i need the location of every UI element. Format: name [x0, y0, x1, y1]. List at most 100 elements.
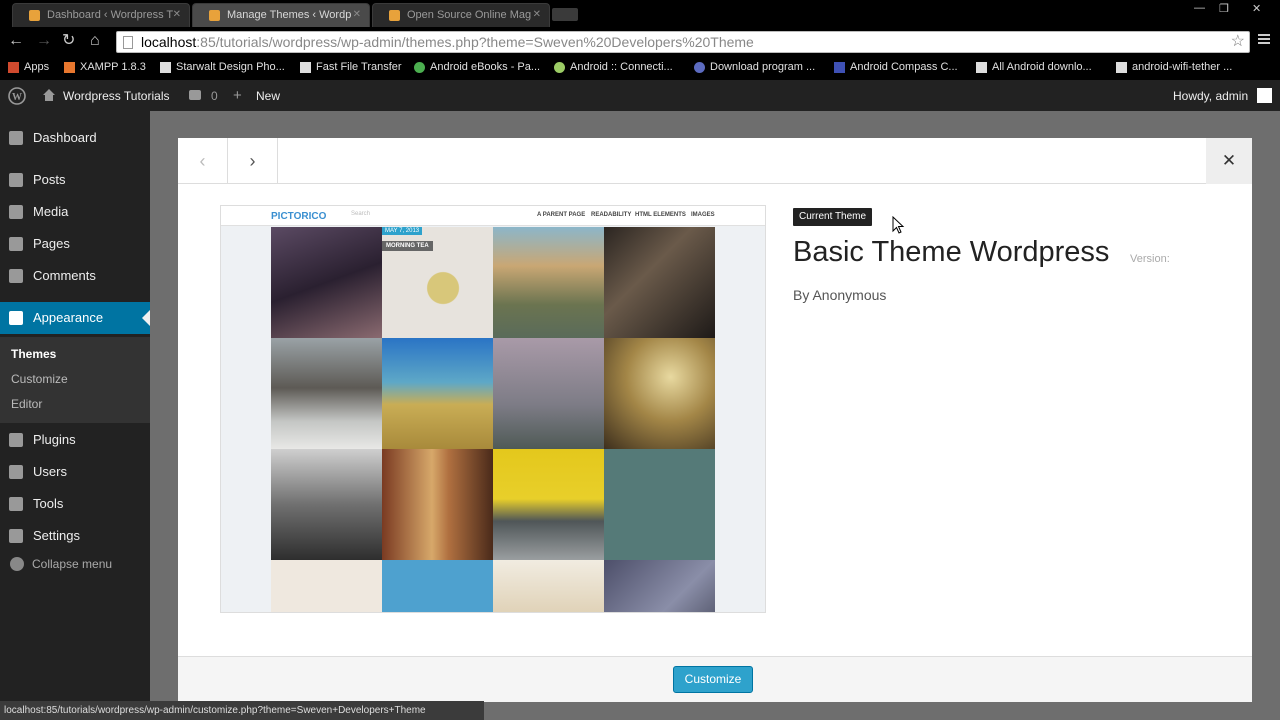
- preview-nav-item: HTML ELEMENTS: [635, 212, 686, 218]
- submenu-customize[interactable]: Customize: [11, 372, 68, 386]
- settings-icon: [9, 529, 23, 543]
- new-tab-button[interactable]: [552, 8, 578, 21]
- minimize-icon[interactable]: —: [1194, 2, 1205, 14]
- sidebar-item-pages[interactable]: Pages: [0, 228, 150, 260]
- theme-screenshot: PICTORICO Search A PARENT PAGE READABILI…: [220, 205, 766, 613]
- tab-dashboard[interactable]: Dashboard ‹ Wordpress T ✕: [12, 3, 190, 27]
- sidebar-item-plugins[interactable]: Plugins: [0, 424, 150, 456]
- submenu-editor[interactable]: Editor: [11, 397, 42, 411]
- brush-icon: [9, 311, 23, 325]
- sidebar-item-tools[interactable]: Tools: [0, 488, 150, 520]
- collapse-label: Collapse menu: [32, 557, 113, 571]
- bookmark-label: Android eBooks - Pa...: [430, 61, 541, 73]
- site-name-link[interactable]: Wordpress Tutorials: [63, 89, 169, 103]
- theme-author: By Anonymous: [793, 287, 887, 303]
- bookmark-xampp[interactable]: XAMPP 1.8.3: [64, 61, 146, 73]
- mouse-cursor-icon: [892, 216, 905, 234]
- photo-sunlight: [604, 338, 715, 449]
- modal-footer: Customize: [178, 656, 1252, 702]
- close-modal-button[interactable]: ✕: [1206, 138, 1252, 184]
- photo-canal: [493, 227, 604, 338]
- sidebar-item-appearance[interactable]: Appearance: [0, 302, 150, 334]
- forward-icon[interactable]: →: [36, 32, 52, 50]
- media-icon: [9, 205, 23, 219]
- appearance-submenu: Themes Customize Editor: [0, 337, 150, 423]
- bookmark-wifi-tether[interactable]: android-wifi-tether ...: [1116, 61, 1232, 73]
- close-window-icon[interactable]: ✕: [1252, 2, 1261, 15]
- photo-birds: [604, 449, 715, 560]
- page-icon: [300, 62, 311, 73]
- previous-theme-button[interactable]: ‹: [178, 138, 228, 184]
- sidebar-item-users[interactable]: Users: [0, 456, 150, 488]
- page-icon: [160, 62, 171, 73]
- tab-title: Manage Themes ‹ Wordp: [227, 9, 352, 21]
- theme-details-modal: ‹ › ✕ PICTORICO Search A PARENT PAGE REA…: [178, 138, 1252, 702]
- submenu-themes[interactable]: Themes: [11, 347, 56, 361]
- home-icon[interactable]: ⌂: [90, 32, 100, 50]
- theme-version: Version:: [1130, 253, 1170, 265]
- svg-text:W: W: [12, 92, 22, 103]
- comments-icon[interactable]: [189, 90, 201, 100]
- photo-morning-tea: MAY 7, 2013 MORNING TEA: [382, 227, 493, 338]
- address-bar[interactable]: localhost:85/tutorials/wordpress/wp-admi…: [116, 31, 1250, 53]
- user-icon: [9, 465, 23, 479]
- photo-dunes: [493, 560, 604, 612]
- wordpress-logo-icon[interactable]: W: [8, 87, 26, 105]
- pin-icon: [9, 173, 23, 187]
- xampp-icon: [64, 62, 75, 73]
- bookmark-android-compass[interactable]: Android Compass C...: [834, 61, 958, 73]
- wordpress-favicon-icon: [29, 10, 40, 21]
- pages-icon: [9, 237, 23, 251]
- bookmark-android-ebooks[interactable]: Android eBooks - Pa...: [414, 61, 540, 73]
- bookmark-starwalt[interactable]: Starwalt Design Pho...: [160, 61, 285, 73]
- sidebar-item-dashboard[interactable]: Dashboard: [0, 122, 150, 154]
- close-tab-icon[interactable]: ✕: [533, 4, 541, 26]
- close-tab-icon[interactable]: ✕: [173, 4, 181, 26]
- photo-alley: [382, 449, 493, 560]
- wordpress-favicon-icon: [209, 10, 220, 21]
- download-icon: [694, 62, 705, 73]
- maximize-icon[interactable]: ❐: [1219, 2, 1229, 15]
- tab-title: Open Source Online Mag: [407, 9, 532, 21]
- back-icon[interactable]: ←: [8, 32, 24, 50]
- sidebar-item-label: Pages: [33, 236, 70, 251]
- preview-date-tag: MAY 7, 2013: [382, 227, 423, 235]
- tab-manage-themes[interactable]: Manage Themes ‹ Wordp ✕: [192, 3, 370, 27]
- admin-sidebar: Dashboard Posts Media Pages Comments App…: [0, 111, 150, 720]
- sidebar-item-posts[interactable]: Posts: [0, 164, 150, 196]
- bookmark-apps[interactable]: Apps: [8, 61, 49, 73]
- tab-open-source[interactable]: Open Source Online Mag ✕: [372, 3, 550, 27]
- browser-menu-icon[interactable]: [1258, 32, 1270, 46]
- comments-count: 0: [211, 89, 218, 103]
- sidebar-item-settings[interactable]: Settings: [0, 520, 150, 552]
- page-icon: [976, 62, 987, 73]
- sidebar-item-media[interactable]: Media: [0, 196, 150, 228]
- photo-cars: [493, 449, 604, 560]
- bookmark-label: Android :: Connecti...: [570, 61, 673, 73]
- howdy-user-menu[interactable]: Howdy, admin: [1173, 89, 1248, 103]
- wp-admin-bar: W Wordpress Tutorials 0 + New Howdy, adm…: [0, 80, 1280, 111]
- page-icon: [123, 36, 133, 49]
- bookmark-label: Fast File Transfer: [316, 61, 402, 73]
- preview-header: PICTORICO Search A PARENT PAGE READABILI…: [221, 206, 765, 226]
- sidebar-item-label: Plugins: [33, 432, 76, 447]
- bookmark-all-android[interactable]: All Android downlo...: [976, 61, 1092, 73]
- bookmark-fast-file[interactable]: Fast File Transfer: [300, 61, 402, 73]
- sidebar-item-comments[interactable]: Comments: [0, 260, 150, 292]
- wrench-icon: [9, 497, 23, 511]
- close-tab-icon[interactable]: ✕: [353, 4, 361, 26]
- new-content-link[interactable]: New: [256, 89, 280, 103]
- current-theme-badge: Current Theme: [793, 208, 873, 226]
- preview-logo: PICTORICO: [271, 211, 327, 222]
- compass-icon: [834, 62, 845, 73]
- next-theme-button[interactable]: ›: [228, 138, 278, 184]
- collapse-menu-button[interactable]: Collapse menu: [0, 557, 150, 571]
- photo-city: [271, 449, 382, 560]
- reload-icon[interactable]: ↻: [62, 32, 75, 50]
- bookmark-android-connect[interactable]: Android :: Connecti...: [554, 61, 673, 73]
- customize-button[interactable]: Customize: [673, 666, 753, 693]
- bookmark-download-program[interactable]: Download program ...: [694, 61, 815, 73]
- bookmark-label: Download program ...: [710, 61, 816, 73]
- avatar[interactable]: [1257, 88, 1272, 103]
- bookmark-star-icon[interactable]: ☆: [1231, 32, 1245, 52]
